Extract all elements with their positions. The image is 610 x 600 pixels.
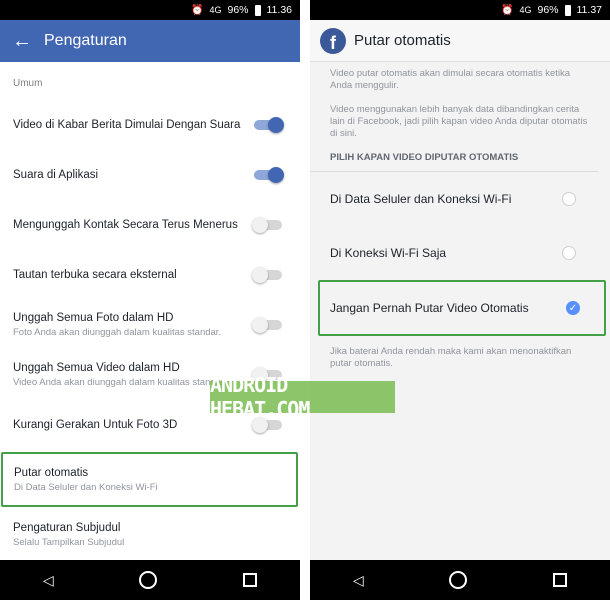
watermark: ANDROID HEBAT.COM: [210, 373, 395, 421]
setting-row-video-sound[interactable]: Video di Kabar Berita Dimulai Dengan Sua…: [0, 100, 300, 150]
toggle-switch[interactable]: [254, 117, 284, 133]
setting-row-hd-photos[interactable]: Unggah Semua Foto dalam HD Foto Anda aka…: [0, 300, 300, 350]
setting-title: Mengunggah Kontak Secara Terus Menerus: [13, 219, 238, 231]
clock: 11.36: [266, 4, 293, 16]
left-screen: ⏰ 4G 96% 11.36 ← Pengaturan Umum Video d…: [0, 0, 300, 600]
status-bar: ⏰ 4G 96% 11.36: [0, 0, 300, 20]
toggle-switch[interactable]: [252, 317, 282, 333]
setting-title: Putar otomatis: [14, 466, 89, 479]
autoplay-description: Video putar otomatis akan dimulai secara…: [330, 68, 571, 91]
radio-button[interactable]: [562, 192, 576, 206]
setting-title: Pengaturan Subjudul: [13, 522, 121, 534]
setting-row-app-sound[interactable]: Suara di Aplikasi: [0, 150, 300, 200]
right-screen: ⏰ 4G 96% 11.37 f Putar otomatis Video pu…: [310, 0, 610, 600]
option-cellular-and-wifi[interactable]: Di Data Seluler dan Koneksi Wi-Fi: [310, 172, 610, 226]
battery-icon: [564, 4, 571, 16]
app-bar: ← Pengaturan: [0, 20, 300, 62]
setting-subtitle: Foto Anda akan diunggah dalam kualitas s…: [13, 327, 222, 338]
battery-icon: [254, 4, 261, 16]
toggle-switch[interactable]: [252, 217, 282, 233]
setting-subtitle: Selalu Tampilkan Subjudul: [13, 537, 125, 548]
options-heading: PILIH KAPAN VIDEO DIPUTAR OTOMATIS: [310, 140, 598, 172]
radio-checked-icon[interactable]: ✓: [566, 301, 580, 315]
setting-title: Video di Kabar Berita Dimulai Dengan Sua…: [13, 119, 241, 131]
option-label: Jangan Pernah Putar Video Otomatis: [330, 301, 529, 315]
option-label: Di Data Seluler dan Koneksi Wi-Fi: [330, 192, 512, 206]
clock: 11.37: [576, 4, 603, 16]
network-indicator: 4G: [519, 5, 532, 15]
battery-percent: 96%: [537, 4, 559, 16]
setting-row-external-links[interactable]: Tautan terbuka secara eksternal: [0, 250, 300, 300]
alarm-icon: ⏰: [501, 4, 514, 16]
home-circle-icon[interactable]: [449, 571, 468, 589]
back-triangle-icon[interactable]: ◁: [353, 572, 364, 589]
network-indicator: 4G: [209, 5, 222, 15]
section-label-general: Umum: [13, 78, 43, 89]
back-triangle-icon[interactable]: ◁: [43, 572, 54, 589]
data-usage-description: Video menggunakan lebih banyak data diba…: [330, 104, 588, 139]
toggle-switch[interactable]: [254, 167, 284, 183]
setting-row-autoplay[interactable]: Putar otomatis Di Data Seluler dan Konek…: [1, 452, 298, 507]
setting-title: Unggah Semua Foto dalam HD: [13, 312, 174, 324]
setting-row-upload-contacts[interactable]: Mengunggah Kontak Secara Terus Menerus: [0, 200, 300, 250]
setting-subtitle: Di Data Seluler dan Koneksi Wi-Fi: [14, 481, 158, 493]
alarm-icon: ⏰: [191, 4, 204, 16]
option-label: Di Koneksi Wi-Fi Saja: [330, 246, 447, 260]
recents-square-icon[interactable]: [243, 573, 258, 587]
setting-title: Tautan terbuka secara eksternal: [13, 269, 177, 281]
page-title: Pengaturan: [44, 32, 127, 49]
facebook-logo-icon[interactable]: f: [320, 27, 346, 54]
nav-bar: ◁: [310, 560, 610, 600]
option-wifi-only[interactable]: Di Koneksi Wi-Fi Saja: [310, 226, 610, 280]
recents-square-icon[interactable]: [553, 573, 568, 587]
home-circle-icon[interactable]: [139, 571, 158, 589]
toggle-switch[interactable]: [252, 267, 282, 283]
setting-title: Suara di Aplikasi: [13, 169, 99, 181]
app-bar: f Putar otomatis: [310, 20, 610, 62]
page-title: Putar otomatis: [354, 32, 451, 49]
option-never-autoplay[interactable]: Jangan Pernah Putar Video Otomatis ✓: [318, 280, 606, 336]
radio-button[interactable]: [562, 246, 576, 260]
nav-bar: ◁: [0, 560, 300, 600]
arrow-left-icon[interactable]: ←: [0, 20, 44, 62]
status-bar: ⏰ 4G 96% 11.37: [310, 0, 610, 20]
setting-row-captions[interactable]: Pengaturan Subjudul Selalu Tampilkan Sub…: [0, 510, 300, 560]
battery-percent: 96%: [227, 4, 249, 16]
